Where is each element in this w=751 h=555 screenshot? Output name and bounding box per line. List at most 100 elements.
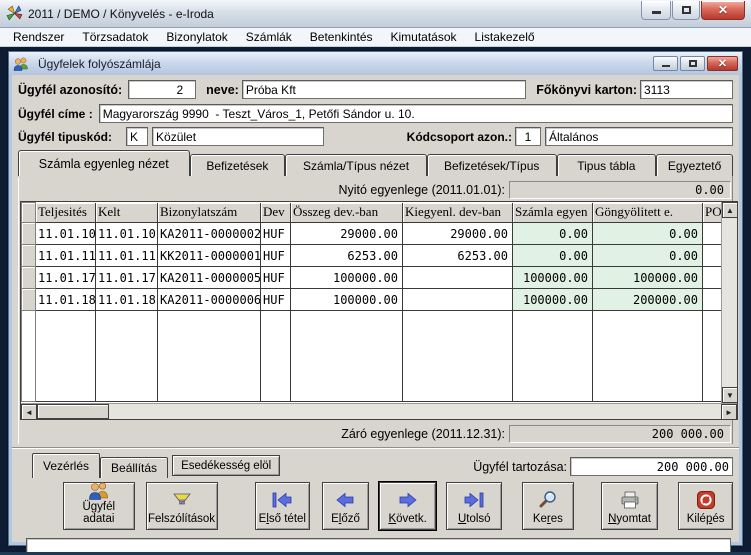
grid-cell[interactable]: 11.01.11 bbox=[36, 245, 96, 267]
grid-cell[interactable]: 0.00 bbox=[513, 245, 593, 267]
client-typecode-input[interactable] bbox=[126, 127, 148, 146]
control-tab-2[interactable]: Beállítás bbox=[100, 457, 168, 478]
next-button[interactable]: Követk. bbox=[379, 482, 437, 530]
table-row: 11.01.1711.01.17KA2011-0000005HUF100000.… bbox=[22, 267, 722, 289]
codegroup-name-input[interactable] bbox=[545, 127, 733, 146]
grid-cell[interactable]: 0.00 bbox=[593, 245, 703, 267]
tab-6[interactable]: Egyeztető bbox=[656, 154, 733, 176]
grid-cell[interactable] bbox=[403, 267, 513, 289]
tab-1[interactable]: Számla egyenleg nézet bbox=[18, 150, 190, 176]
dialog-content: Ügyfél azonosító: neve: Főkönyvi karton:… bbox=[12, 75, 739, 542]
grid-cell[interactable] bbox=[703, 289, 722, 311]
dialog-minimize-icon bbox=[662, 65, 670, 67]
close-button[interactable]: ✕ bbox=[701, 1, 745, 20]
menu-item-törzsadatok[interactable]: Törzsadatok bbox=[73, 29, 157, 45]
menu-item-listakezelő[interactable]: Listakezelő bbox=[466, 29, 544, 45]
client-data-button[interactable]: Ügyfél adatai bbox=[63, 482, 135, 530]
grid-cell[interactable]: KA2011-0000005 bbox=[158, 267, 261, 289]
grid-cell[interactable]: KK2011-0000001 bbox=[158, 245, 261, 267]
menu-bar: RendszerTörzsadatokBizonylatokSzámlákBet… bbox=[0, 28, 751, 47]
horizontal-scroll-thumb[interactable] bbox=[37, 404, 109, 419]
grid-cell[interactable]: HUF bbox=[261, 223, 291, 245]
grid-cell[interactable]: KA2011-0000006 bbox=[158, 289, 261, 311]
dialog-maximize-button[interactable] bbox=[680, 56, 705, 71]
client-name-input[interactable] bbox=[242, 80, 526, 99]
control-tab-1[interactable]: Vezérlés bbox=[32, 453, 100, 478]
grid-cell[interactable]: 11.01.18 bbox=[96, 289, 158, 311]
grid-cell[interactable]: 0.00 bbox=[593, 223, 703, 245]
ledger-card-input[interactable] bbox=[640, 80, 733, 99]
window-titlebar: 2011 / DEMO / Könyvelés - e-Iroda ✕ bbox=[0, 0, 751, 28]
last-button[interactable]: Utolsó bbox=[446, 482, 502, 530]
grid-cell[interactable]: HUF bbox=[261, 289, 291, 311]
grid-cell[interactable]: 29000.00 bbox=[291, 223, 403, 245]
grid-cell[interactable] bbox=[703, 223, 722, 245]
minimize-button[interactable] bbox=[641, 1, 671, 20]
menu-item-betenkintés[interactable]: Betenkintés bbox=[301, 29, 382, 45]
grid-cell[interactable]: 0.00 bbox=[513, 223, 593, 245]
print-button[interactable]: Nyomtat bbox=[601, 482, 659, 530]
scroll-down-button[interactable]: ▼ bbox=[722, 387, 738, 403]
grid-cell[interactable]: 100000.00 bbox=[513, 267, 593, 289]
grid-vertical-scrollbar[interactable]: ▲ ▼ bbox=[721, 202, 737, 403]
row-selector[interactable] bbox=[22, 245, 36, 267]
grid-cell[interactable]: 100000.00 bbox=[291, 267, 403, 289]
tab-4[interactable]: Befizetések/Típus bbox=[427, 154, 557, 176]
grid-cell[interactable]: KA2011-0000002 bbox=[158, 223, 261, 245]
grid-cell[interactable]: 6253.00 bbox=[403, 245, 513, 267]
grid-cell[interactable]: HUF bbox=[261, 267, 291, 289]
search-button[interactable]: Keres bbox=[522, 482, 574, 530]
grid-cell[interactable] bbox=[703, 267, 722, 289]
scroll-right-button[interactable]: ► bbox=[721, 404, 737, 420]
first-icon bbox=[269, 486, 295, 513]
tab-2[interactable]: Befizetések bbox=[190, 154, 286, 176]
maximize-button[interactable] bbox=[672, 1, 700, 20]
client-debt-input[interactable] bbox=[570, 457, 733, 476]
dialog-close-button[interactable]: ✕ bbox=[707, 56, 738, 71]
grid-cell[interactable] bbox=[403, 289, 513, 311]
button-label: Ügyfél adatai bbox=[67, 501, 131, 525]
first-item-button[interactable]: Első tétel bbox=[255, 482, 311, 530]
grid-cell[interactable]: 11.01.17 bbox=[96, 267, 158, 289]
grid-cell[interactable] bbox=[703, 245, 722, 267]
due-order-button[interactable]: Esedékesség elöl bbox=[172, 455, 280, 476]
scroll-left-button[interactable]: ◄ bbox=[21, 404, 37, 420]
menu-item-rendszer[interactable]: Rendszer bbox=[4, 29, 73, 45]
grid-cell[interactable]: 100000.00 bbox=[513, 289, 593, 311]
client-id-input[interactable] bbox=[128, 80, 196, 99]
grid-cell[interactable]: 6253.00 bbox=[291, 245, 403, 267]
row-selector[interactable] bbox=[22, 289, 36, 311]
menu-item-kimutatások[interactable]: Kimutatások bbox=[382, 29, 466, 45]
prev-icon bbox=[333, 486, 357, 513]
exit-button[interactable]: Kilépés bbox=[678, 482, 733, 530]
grid-cell[interactable]: 11.01.10 bbox=[96, 223, 158, 245]
tab-5[interactable]: Tipus tábla bbox=[557, 154, 657, 176]
mdi-background: Ügyfelek folyószámlája ✕ Ügyfél azonosít… bbox=[0, 48, 751, 555]
menu-item-bizonylatok[interactable]: Bizonylatok bbox=[157, 29, 236, 45]
previous-button[interactable]: Előző bbox=[322, 482, 369, 530]
grid-cell[interactable]: 11.01.11 bbox=[96, 245, 158, 267]
menu-item-számlák[interactable]: Számlák bbox=[237, 29, 301, 45]
row-selector[interactable] bbox=[22, 267, 36, 289]
grid-cell[interactable]: 200000.00 bbox=[593, 289, 703, 311]
grid-cell[interactable]: 11.01.17 bbox=[36, 267, 96, 289]
client-address-input[interactable] bbox=[99, 104, 733, 123]
row-selector[interactable] bbox=[22, 223, 36, 245]
button-label: Első tétel bbox=[259, 513, 306, 525]
grid-cell[interactable]: 100000.00 bbox=[593, 267, 703, 289]
codegroup-id-input[interactable] bbox=[515, 127, 541, 146]
button-label: Keres bbox=[533, 513, 563, 525]
grid-horizontal-scrollbar[interactable]: ◄ ► bbox=[21, 403, 737, 419]
reminders-button[interactable]: Felszólítások bbox=[146, 482, 218, 530]
grid-cell[interactable]: HUF bbox=[261, 245, 291, 267]
grid-column-header: Dev bbox=[261, 203, 291, 223]
grid-cell[interactable]: 100000.00 bbox=[291, 289, 403, 311]
grid-cell[interactable]: 11.01.10 bbox=[36, 223, 96, 245]
tab-3[interactable]: Számla/Típus nézet bbox=[285, 154, 427, 176]
last-icon bbox=[461, 486, 487, 513]
dialog-minimize-button[interactable] bbox=[653, 56, 678, 71]
scroll-up-button[interactable]: ▲ bbox=[722, 202, 738, 218]
client-typename-input[interactable] bbox=[152, 127, 324, 146]
grid-cell[interactable]: 29000.00 bbox=[403, 223, 513, 245]
grid-cell[interactable]: 11.01.18 bbox=[36, 289, 96, 311]
